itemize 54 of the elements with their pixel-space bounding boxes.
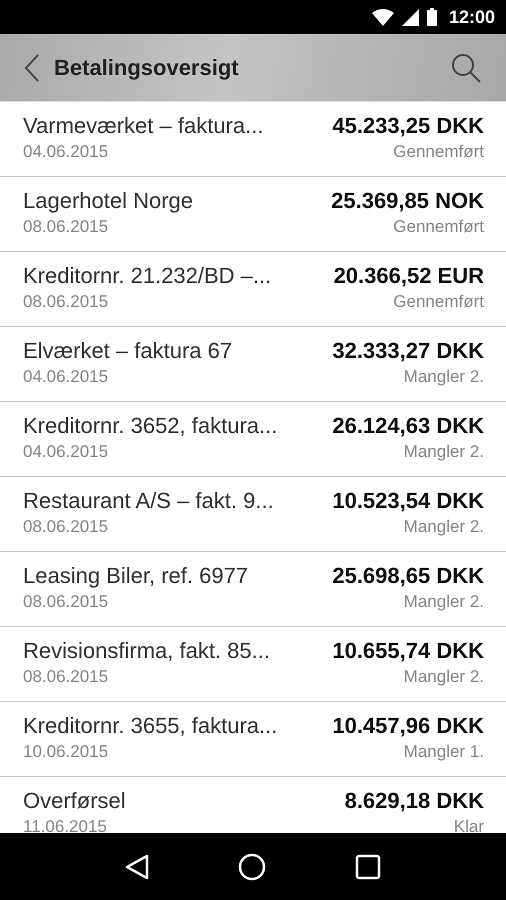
payment-amount: 10.655,74 DKK xyxy=(332,637,484,665)
payment-row[interactable]: Kreditornr. 3652, faktura... 04.06.2015 26.124,63 DKK Mangler 2. xyxy=(0,402,506,477)
payment-amount: 25.698,65 DKK xyxy=(332,562,484,590)
payment-amount: 10.523,54 DKK xyxy=(332,487,484,515)
payment-date: 08.06.2015 xyxy=(23,591,108,613)
payee-name: Leasing Biler, ref. 6977 xyxy=(23,562,248,590)
payment-status: Mangler 2. xyxy=(404,591,484,613)
payment-date: 08.06.2015 xyxy=(23,216,108,238)
payee-name: Kreditornr. 3655, faktura... xyxy=(23,712,278,740)
payee-name: Kreditornr. 21.232/BD –... xyxy=(23,262,272,290)
payee-name: Overførsel xyxy=(23,787,126,815)
payment-row[interactable]: Kreditornr. 21.232/BD –... 08.06.2015 20.366,52 EUR Gennemført xyxy=(0,252,506,327)
payment-amount: 8.629,18 DKK xyxy=(344,787,484,815)
payment-status: Gennemført xyxy=(393,216,484,238)
payment-date: 04.06.2015 xyxy=(23,141,108,163)
payment-row[interactable]: Varmeværket – faktura... 04.06.2015 45.233,25 DKK Gennemført xyxy=(0,102,506,177)
signal-icon xyxy=(402,8,419,26)
payment-status: Mangler 2. xyxy=(404,441,484,463)
payment-row[interactable]: Restaurant A/S – fakt. 9... 08.06.2015 10.523,54 DKK Mangler 2. xyxy=(0,477,506,552)
payment-amount: 20.366,52 EUR xyxy=(334,262,484,290)
payment-date: 04.06.2015 xyxy=(23,366,108,388)
payment-date: 08.06.2015 xyxy=(23,666,108,688)
payment-date: 08.06.2015 xyxy=(23,516,108,538)
payment-amount: 10.457,96 DKK xyxy=(332,712,484,740)
payee-name: Revisionsfirma, fakt. 85... xyxy=(23,637,270,665)
payment-amount: 26.124,63 DKK xyxy=(332,412,484,440)
payment-amount: 25.369,85 NOK xyxy=(331,187,484,215)
payment-row[interactable]: Lagerhotel Norge 08.06.2015 25.369,85 NOK Gennemført xyxy=(0,177,506,252)
payment-amount: 45.233,25 DKK xyxy=(332,112,484,140)
payment-date: 08.06.2015 xyxy=(23,291,108,313)
battery-icon xyxy=(426,8,437,26)
payment-row[interactable]: Kreditornr. 3655, faktura... 10.06.2015 10.457,96 DKK Mangler 1. xyxy=(0,702,506,777)
payee-name: Varmeværket – faktura... xyxy=(23,112,264,140)
payment-status: Mangler 1. xyxy=(404,741,484,763)
payment-row[interactable]: Leasing Biler, ref. 6977 08.06.2015 25.698,65 DKK Mangler 2. xyxy=(0,552,506,627)
payment-status: Gennemført xyxy=(393,291,484,313)
payee-name: Lagerhotel Norge xyxy=(23,187,194,215)
payee-name: Kreditornr. 3652, faktura... xyxy=(23,412,278,440)
payment-row[interactable]: Elværket – faktura 67 04.06.2015 32.333,27 DKK Mangler 2. xyxy=(0,327,506,402)
clock-time: 12:00 xyxy=(448,6,495,28)
payment-date: 10.06.2015 xyxy=(23,741,108,763)
payee-name: Restaurant A/S – fakt. 9... xyxy=(23,487,274,515)
payment-date: 04.06.2015 xyxy=(23,441,108,463)
payment-row[interactable]: Revisionsfirma, fakt. 85... 08.06.2015 10.655,74 DKK Mangler 2. xyxy=(0,627,506,702)
payment-status: Klar xyxy=(454,816,484,833)
payment-status: Gennemført xyxy=(393,141,484,163)
payment-status: Mangler 2. xyxy=(404,666,484,688)
screen-title: Betalingsoversigt xyxy=(54,54,240,80)
payment-date: 11.06.2015 xyxy=(23,816,107,833)
payment-amount: 32.333,27 DKK xyxy=(332,337,484,365)
wifi-icon xyxy=(372,8,394,26)
payee-name: Elværket – faktura 67 xyxy=(23,337,232,365)
payment-status: Mangler 2. xyxy=(404,366,484,388)
payment-status: Mangler 2. xyxy=(404,516,484,538)
